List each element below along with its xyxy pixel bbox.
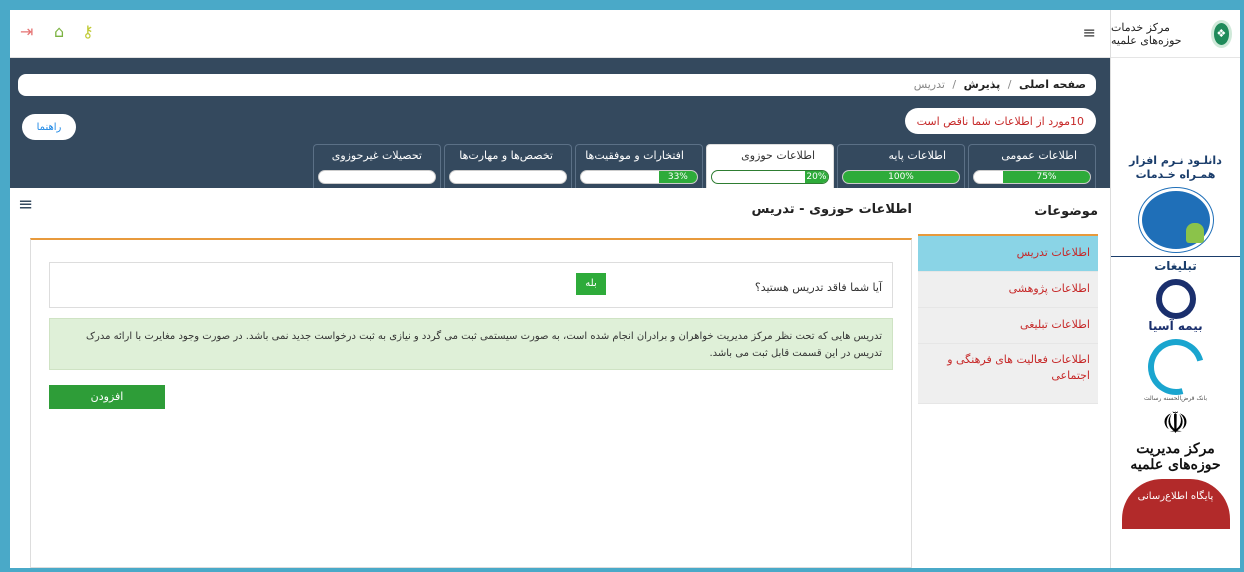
tab-honors[interactable]: افتخارات و موفقیت‌ها 33% (575, 144, 703, 188)
topic-cultural[interactable]: اطلاعات فعالیت های فرهنگی و اجتماعی (918, 344, 1098, 404)
info-portal-badge[interactable]: پایگاه اطلاع‌رسانی (1121, 479, 1230, 529)
no-teaching-question: آیا شما فاقد تدریس هستید؟ بله (49, 262, 893, 308)
key-icon[interactable]: ⚷ (82, 22, 94, 41)
app-ad-line1: دانلـود نـرم افزار (1129, 154, 1222, 167)
help-button[interactable]: راهنما (22, 114, 76, 140)
logo-text: مرکز خدمات حوزه‌های علمیه (1111, 20, 1182, 47)
right-sidebar: مرکز خدمات حوزه‌های علمیه ❖ دانلـود نـرم… (1110, 10, 1240, 568)
android-icon (1185, 223, 1204, 243)
topics-title: موضوعات (1034, 204, 1098, 219)
teaching-form: آیا شما فاقد تدریس هستید؟ بله تدریس هایی… (30, 238, 912, 568)
question-text: آیا شما فاقد تدریس هستید؟ (754, 281, 882, 294)
tab-seminary-info[interactable]: اطلاعات حوزوی 20% (706, 144, 834, 188)
top-bar: ⇥ ⌂ ⚷ ≡ (10, 10, 1110, 58)
bimeh-asia-text: بیمه آسیا (1148, 319, 1203, 333)
progress-fill: 100% (843, 171, 959, 183)
seal-icon: ❖ (1210, 19, 1232, 48)
resalat-bank-logo-icon[interactable] (1137, 328, 1214, 406)
app-ad-line2: همـراه خـدمات (1135, 168, 1216, 181)
progress-bar (318, 170, 436, 184)
tab-non-seminary-education[interactable]: تحصیلات غیرحوزوی (313, 144, 441, 188)
logout-icon[interactable]: ⇥ (20, 22, 33, 41)
yes-button[interactable]: بله (576, 273, 606, 295)
markaz-text[interactable]: مرکز مدیریت حوزه‌های علمیه (1111, 441, 1240, 473)
main-area: صفحه اصلی / پذیرش / تدریس 10مورد از اطلا… (10, 58, 1110, 568)
breadcrumb-separator: / (952, 78, 957, 91)
progress-bar: 20% (711, 170, 829, 184)
tab-label: اطلاعات عمومی (1001, 149, 1077, 162)
content-panel: ≡ موضوعات اطلاعات حوزوی - تدریس اطلاعات … (10, 188, 1110, 568)
tab-label: اطلاعات حوزوی (741, 149, 815, 162)
tab-label: اطلاعات پایه (888, 149, 946, 162)
app-ad[interactable]: دانلـود نـرم افزار همـراه خـدمات (1111, 154, 1240, 252)
add-button[interactable]: افزودن (49, 385, 165, 409)
progress-bar: 75% (973, 170, 1091, 184)
profile-tabs: اطلاعات عمومی 75% اطلاعات پایه 100% اطلا… (313, 144, 1096, 188)
section-title: اطلاعات حوزوی - تدریس (751, 202, 912, 217)
bimeh-asia-logo-icon[interactable] (1155, 279, 1196, 319)
topic-teaching[interactable]: اطلاعات تدریس (918, 236, 1098, 272)
info-message: تدریس هایی که تحت نظر مرکز مدیریت خواهرا… (49, 318, 893, 370)
breadcrumb: صفحه اصلی / پذیرش / تدریس (18, 74, 1096, 96)
progress-bar: 33% (580, 170, 698, 184)
tab-label: تحصیلات غیرحوزوی (331, 149, 422, 162)
progress-fill: 20% (804, 171, 828, 183)
breadcrumb-current: تدریس (913, 78, 945, 91)
tab-label: افتخارات و موفقیت‌ها (585, 149, 684, 162)
breadcrumb-home[interactable]: صفحه اصلی (1019, 78, 1086, 91)
tab-skills[interactable]: تخصص‌ها و مهارت‌ها (444, 144, 572, 188)
incomplete-info-alert[interactable]: 10مورد از اطلاعات شما ناقص است (904, 108, 1096, 134)
progress-bar: 100% (842, 170, 960, 184)
app-frame: مرکز خدمات حوزه‌های علمیه ❖ دانلـود نـرم… (10, 10, 1240, 568)
topic-research[interactable]: اطلاعات پژوهشی (918, 272, 1098, 308)
topics-list: اطلاعات تدریس اطلاعات پژوهشی اطلاعات تبل… (918, 234, 1098, 404)
ads-column: دانلـود نـرم افزار همـراه خـدمات تبلیغات… (1111, 154, 1240, 529)
home-icon[interactable]: ⌂ (54, 22, 64, 41)
hamburger-menu-icon[interactable]: ≡ (18, 194, 33, 215)
tab-label: تخصص‌ها و مهارت‌ها (459, 149, 553, 162)
iran-emblem-icon: ☫ (1162, 406, 1189, 441)
badge-text: پایگاه اطلاع‌رسانی (1137, 491, 1214, 502)
android-app-icon (1138, 188, 1213, 252)
tab-general-info[interactable]: اطلاعات عمومی 75% (968, 144, 1096, 188)
resalat-caption: بانک قرض‌الحسنه رسالت (1143, 395, 1207, 402)
progress-bar (449, 170, 567, 184)
progress-fill: 75% (1003, 171, 1090, 183)
site-logo[interactable]: مرکز خدمات حوزه‌های علمیه ❖ (1111, 10, 1240, 58)
ads-title: تبلیغات (1111, 256, 1240, 273)
menu-icon[interactable]: ≡ (1083, 23, 1096, 42)
breadcrumb-separator: / (1007, 78, 1012, 91)
tab-basic-info[interactable]: اطلاعات پایه 100% (837, 144, 965, 188)
topic-propagation[interactable]: اطلاعات تبلیغی (918, 308, 1098, 344)
breadcrumb-admission[interactable]: پذیرش (964, 78, 1001, 91)
progress-fill: 33% (658, 171, 697, 183)
